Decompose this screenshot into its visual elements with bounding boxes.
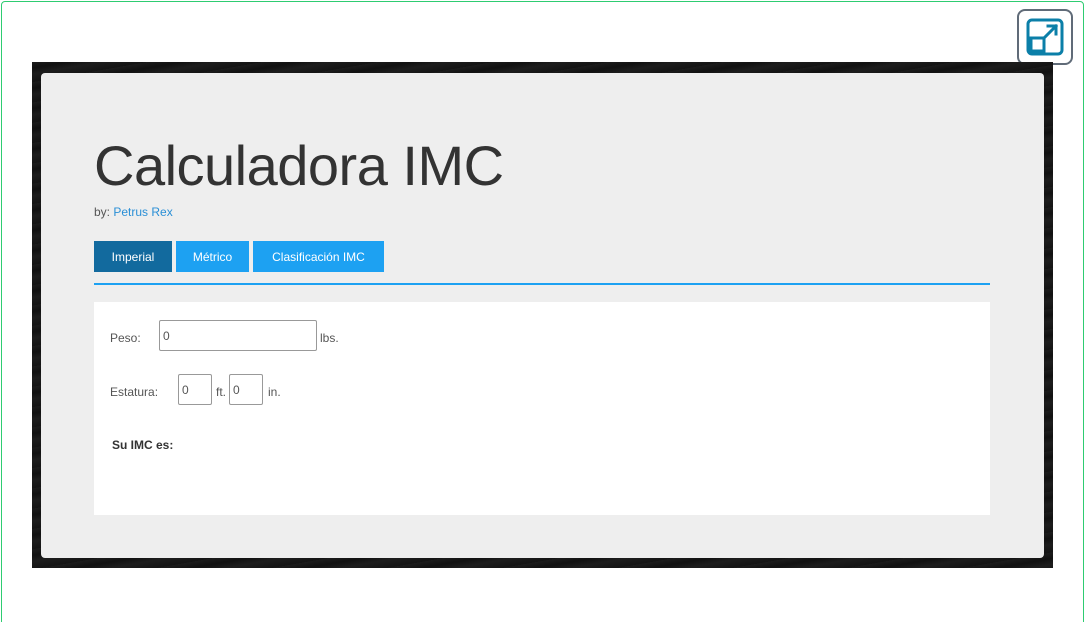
byline-prefix: by: bbox=[94, 205, 114, 219]
tab-metrico[interactable]: Métrico bbox=[176, 241, 249, 272]
tab-underline bbox=[94, 283, 990, 285]
author-link[interactable]: Petrus Rex bbox=[113, 205, 172, 219]
weight-input[interactable] bbox=[159, 320, 317, 351]
height-feet-input[interactable] bbox=[178, 374, 212, 405]
weight-unit: lbs. bbox=[320, 331, 339, 345]
height-feet-unit: ft. bbox=[216, 385, 227, 399]
unit-tabs: Imperial Métrico Clasificación IMC bbox=[94, 241, 388, 272]
bmi-result-label: Su IMC es: bbox=[112, 438, 174, 452]
imperial-panel: Peso: lbs. Estatura: ft. in. Su IMC es: bbox=[94, 302, 990, 515]
byline: by: Petrus Rex bbox=[94, 205, 173, 219]
expand-button[interactable] bbox=[1017, 9, 1073, 65]
height-inches-input[interactable] bbox=[229, 374, 263, 405]
height-label: Estatura: bbox=[110, 385, 159, 399]
tab-clasificacion-imc[interactable]: Clasificación IMC bbox=[253, 241, 384, 272]
height-inches-unit: in. bbox=[268, 385, 281, 399]
expand-icon bbox=[1026, 18, 1064, 56]
weight-label: Peso: bbox=[110, 331, 141, 345]
page-title: Calculadora IMC bbox=[94, 134, 504, 197]
tab-imperial[interactable]: Imperial bbox=[94, 241, 172, 272]
